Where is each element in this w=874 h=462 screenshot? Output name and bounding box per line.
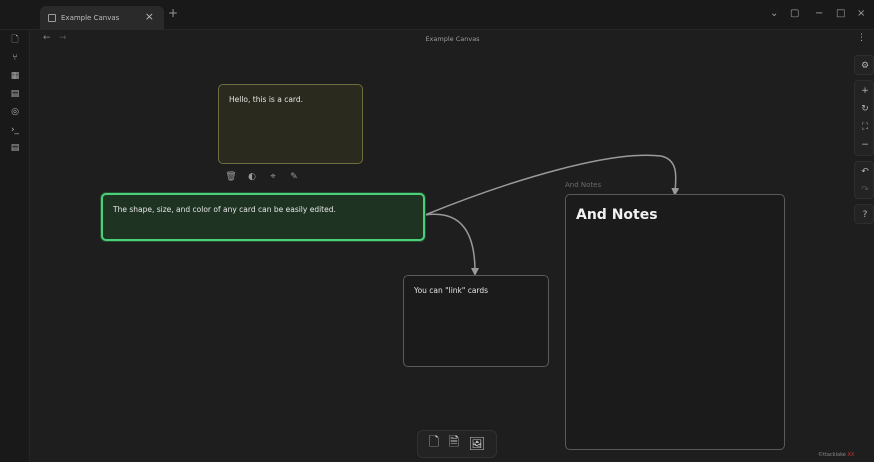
view-header: ← → Example Canvas ⋮: [31, 30, 874, 50]
add-note-icon[interactable]: 🗎: [449, 433, 459, 455]
watermark-mark: XX: [847, 452, 855, 458]
zoom-in-icon[interactable]: +: [855, 82, 874, 100]
zoom-out-icon[interactable]: −: [855, 136, 874, 154]
card-link[interactable]: You can "link" cards: [403, 275, 549, 367]
tab-example-canvas[interactable]: Example Canvas ×: [40, 6, 164, 30]
note-heading: And Notes: [576, 207, 658, 223]
zoom-to-card-icon[interactable]: ⌖: [267, 171, 279, 183]
tag-icon[interactable]: ▤: [9, 142, 21, 154]
close-window-button[interactable]: ×: [857, 8, 865, 19]
canvas-icon: [48, 14, 56, 22]
note-card-label: And Notes: [565, 181, 602, 189]
page-title: Example Canvas: [425, 35, 480, 43]
close-icon[interactable]: ×: [145, 10, 154, 23]
graph-icon[interactable]: ⑂: [9, 52, 21, 64]
card-text: Hello, this is a card.: [229, 95, 304, 104]
card-text: The shape, size, and color of any card c…: [113, 205, 336, 214]
help-icon[interactable]: ?: [855, 206, 874, 224]
fit-to-screen-icon[interactable]: ⛶: [855, 118, 874, 136]
card-selected[interactable]: The shape, size, and color of any card c…: [101, 193, 425, 241]
grid-icon[interactable]: ▦: [9, 70, 21, 82]
more-options-icon[interactable]: ⋮: [857, 33, 866, 43]
maximize-button[interactable]: □: [836, 8, 845, 19]
card-text: You can "link" cards: [414, 286, 489, 295]
undo-icon[interactable]: ↶: [855, 163, 874, 181]
edit-icon[interactable]: ✎: [288, 171, 300, 183]
add-card-icon[interactable]: 🗋: [429, 433, 439, 455]
layout-icon[interactable]: ▢: [790, 8, 799, 19]
reset-zoom-icon[interactable]: ↻: [855, 100, 874, 118]
card-notes[interactable]: And Notes: [565, 194, 785, 450]
watermark-text: ©ttacklake: [818, 452, 846, 458]
calendar-icon[interactable]: ▤: [9, 88, 21, 100]
title-bar: Example Canvas × + ⌄ ▢ − □ ×: [0, 0, 874, 30]
random-icon[interactable]: ◎: [9, 106, 21, 118]
canvas-area[interactable]: Hello, this is a card. 🗑 ◐ ⌖ ✎ The shape…: [31, 50, 841, 462]
file-icon[interactable]: 🗋: [9, 34, 21, 46]
trash-icon[interactable]: 🗑: [225, 171, 237, 183]
palette-icon[interactable]: ◐: [246, 171, 258, 183]
card-toolbar: 🗑 ◐ ⌖ ✎: [225, 171, 300, 185]
chevron-down-icon[interactable]: ⌄: [770, 8, 778, 19]
minimize-button[interactable]: −: [815, 8, 823, 19]
redo-icon[interactable]: ↷: [855, 181, 874, 199]
add-card-toolbar: 🗋 🗎 🖼: [417, 430, 497, 458]
terminal-icon[interactable]: ›_: [9, 124, 21, 136]
watermark: ©ttacklake XX: [818, 452, 854, 458]
card-hello[interactable]: Hello, this is a card.: [218, 84, 363, 164]
settings-icon[interactable]: ⚙: [855, 57, 874, 75]
new-tab-button[interactable]: +: [168, 6, 178, 20]
tab-label: Example Canvas: [61, 14, 120, 22]
add-media-icon[interactable]: 🖼: [469, 437, 486, 452]
left-ribbon: 🗋 ⑂ ▦ ▤ ◎ ›_ ▤: [0, 0, 30, 462]
edge-to-link-card[interactable]: [424, 213, 479, 276]
